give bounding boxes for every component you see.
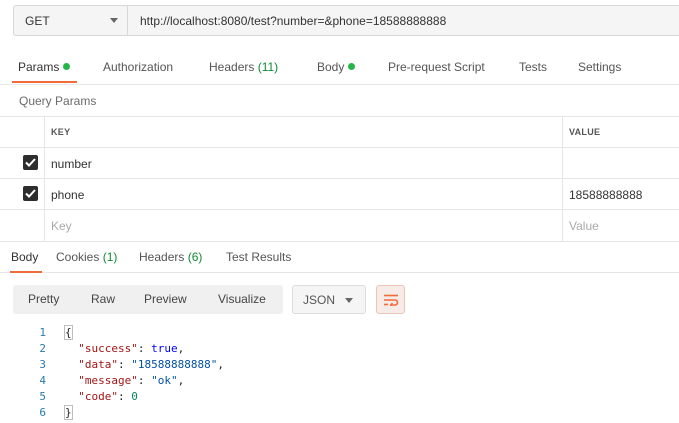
tab-body-label: Body: [317, 60, 345, 74]
json-value: 0: [131, 390, 138, 403]
method-select[interactable]: GET: [13, 5, 127, 36]
tab-cookies[interactable]: Cookies (1): [56, 250, 117, 264]
json-key: "success": [78, 342, 138, 355]
table-row-new: Key Value: [0, 209, 679, 241]
tab-headers-label: Headers: [209, 60, 255, 74]
open-brace: {: [64, 325, 73, 340]
tab-test-results[interactable]: Test Results: [226, 250, 291, 264]
close-brace: }: [64, 405, 73, 420]
tab-authorization-label: Authorization: [103, 60, 174, 74]
code-line: "data": "18588888888",: [78, 358, 224, 371]
tab-headers-count: (11): [257, 60, 279, 74]
code-line: {: [64, 325, 73, 340]
tab-authorization[interactable]: Authorization: [103, 60, 173, 74]
body-status-dot-icon: [348, 63, 356, 70]
url-text: http://localhost:8080/test?number=&phone…: [140, 14, 447, 28]
table-header-row: KEY VALUE: [0, 116, 679, 147]
tab-response-headers-label: Headers: [139, 250, 185, 264]
column-divider: [44, 117, 45, 147]
tab-response-body[interactable]: Body: [11, 250, 38, 264]
line-number: 5: [39, 390, 46, 403]
line-number: 2: [39, 342, 46, 355]
table-row: phone 18588888888: [0, 178, 679, 209]
json-comma: ,: [217, 358, 224, 371]
column-divider: [44, 210, 45, 241]
line-number: 3: [39, 358, 46, 371]
request-tabs: Params Authorization Headers (11) Body P…: [0, 50, 679, 85]
tab-cookies-label: Cookies: [56, 250, 100, 264]
tab-body[interactable]: Body: [317, 60, 356, 74]
wrap-lines-button[interactable]: [376, 285, 405, 314]
view-mode-segmented: Pretty Raw Preview Visualize: [13, 285, 283, 314]
line-number: 4: [39, 374, 46, 387]
url-input[interactable]: http://localhost:8080/test?number=&phone…: [127, 5, 679, 36]
tab-response-headers[interactable]: Headers (6): [139, 250, 202, 264]
chevron-down-icon: [110, 18, 118, 23]
json-key: "message": [78, 374, 138, 387]
raw-button[interactable]: Raw: [91, 292, 115, 306]
params-status-dot-icon: [63, 63, 71, 70]
query-params-table: KEY VALUE number phone 18588888888 Key V…: [0, 116, 679, 241]
response-body-editor[interactable]: 1 2 3 4 5 6 { "success": true, "data": "…: [0, 323, 679, 423]
tab-settings[interactable]: Settings: [578, 60, 621, 74]
column-divider: [44, 179, 45, 209]
column-divider: [562, 148, 563, 178]
pretty-button[interactable]: Pretty: [28, 292, 59, 306]
chevron-down-icon: [345, 298, 353, 303]
request-bar: GET http://localhost:8080/test?number=&p…: [0, 0, 679, 50]
json-comma: ,: [177, 374, 185, 387]
column-divider: [562, 179, 563, 209]
tab-cookies-count: (1): [102, 250, 118, 264]
tab-tests-label: Tests: [519, 60, 548, 74]
tab-headers[interactable]: Headers (11): [209, 60, 278, 74]
code-line: }: [64, 405, 73, 420]
tab-prerequest-script[interactable]: Pre-request Script: [388, 60, 485, 74]
json-key: "data": [78, 358, 118, 371]
json-value: "ok": [151, 374, 178, 387]
line-number: 6: [39, 406, 46, 419]
tab-prerequest-label: Pre-request Script: [388, 60, 485, 74]
new-key-input[interactable]: Key: [51, 219, 72, 233]
query-params-title: Query Params: [19, 94, 97, 108]
active-tab-underline: [12, 81, 77, 83]
tab-params[interactable]: Params: [18, 60, 71, 74]
json-value: "18588888888": [131, 358, 218, 371]
format-select-label: JSON: [303, 293, 336, 307]
code-line: "success": true,: [78, 342, 185, 355]
tab-tests[interactable]: Tests: [519, 60, 547, 74]
tab-params-label: Params: [18, 60, 60, 74]
line-number: 1: [39, 326, 46, 339]
wrap-lines-icon: [384, 294, 399, 306]
response-tabs: Body Cookies (1) Headers (6) Test Result…: [0, 241, 679, 273]
checkbox-checked-icon[interactable]: [23, 155, 38, 170]
param-key-cell[interactable]: phone: [51, 188, 84, 202]
param-value-cell[interactable]: 18588888888: [569, 188, 642, 202]
visualize-button[interactable]: Visualize: [218, 292, 266, 306]
new-value-input[interactable]: Value: [569, 219, 599, 233]
code-line: "code": 0: [78, 390, 138, 403]
format-select[interactable]: JSON: [292, 285, 366, 314]
key-column-header: KEY: [51, 127, 71, 137]
preview-button[interactable]: Preview: [144, 292, 187, 306]
param-key-cell[interactable]: number: [51, 157, 92, 171]
json-value: true: [151, 342, 178, 355]
table-row: number: [0, 147, 679, 178]
tab-settings-label: Settings: [578, 60, 622, 74]
active-tab-underline: [10, 271, 42, 273]
checkbox-checked-icon[interactable]: [23, 186, 38, 201]
tab-response-body-label: Body: [11, 250, 39, 264]
tab-response-headers-count: (6): [187, 250, 203, 264]
json-comma: ,: [177, 342, 185, 355]
value-column-header: VALUE: [569, 127, 601, 137]
column-divider: [562, 117, 563, 147]
column-divider: [562, 210, 563, 241]
json-key: "code": [78, 390, 118, 403]
tab-test-results-label: Test Results: [226, 250, 292, 264]
method-label: GET: [25, 14, 50, 28]
code-line: "message": "ok",: [78, 374, 185, 387]
column-divider: [44, 148, 45, 178]
